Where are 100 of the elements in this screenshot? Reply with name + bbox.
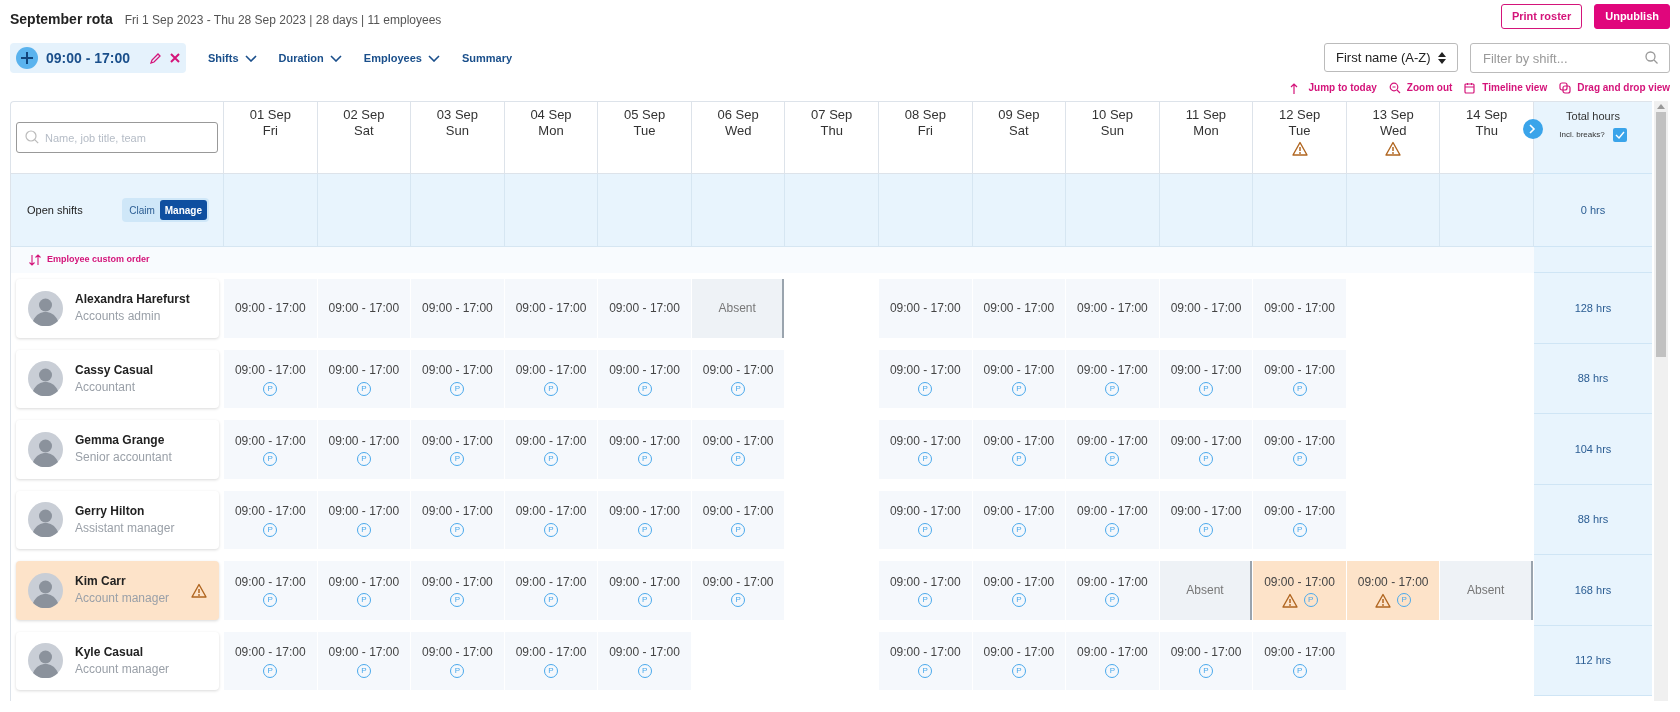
checkbox[interactable] — [1612, 127, 1627, 142]
shift-cell[interactable]: 09:00 - 17:00 P — [1159, 490, 1253, 549]
filter-field[interactable]: Filter by shift... — [1470, 43, 1670, 73]
shift-cell[interactable]: 09:00 - 17:00 P — [879, 490, 972, 549]
shift-cell[interactable]: 09:00 - 17:00 P — [1066, 420, 1159, 479]
toolbar-link[interactable]: Timeline view — [1464, 80, 1548, 95]
open-shift-cell[interactable] — [972, 174, 1067, 247]
shift-cell[interactable]: 09:00 - 17:00 P — [1346, 561, 1440, 620]
shift-cell[interactable]: 09:00 - 17:00 P — [1159, 631, 1253, 690]
scroll-up-icon[interactable] — [1657, 103, 1665, 109]
open-shift-cell[interactable] — [317, 174, 412, 247]
shift-cell[interactable]: 09:00 - 17:00 P — [598, 490, 691, 549]
shift-cell[interactable]: 09:00 - 17:00 P — [598, 420, 691, 479]
open-shift-cell[interactable] — [504, 174, 599, 247]
open-shift-cell[interactable] — [691, 174, 786, 247]
menu-button[interactable]: Employees — [363, 49, 440, 67]
absence-cell[interactable]: Absent — [691, 279, 785, 338]
employee-card[interactable]: Gerry Hilton Assistant manager — [16, 490, 219, 549]
shift-cell[interactable]: 09:00 - 17:00 P — [224, 490, 317, 549]
shift-cell[interactable]: 09:00 - 17:00 P — [504, 349, 598, 408]
shift-cell[interactable]: 09:00 - 17:00 P — [411, 490, 504, 549]
toolbar-link[interactable]: Drag and drop view — [1559, 80, 1670, 95]
shift-cell[interactable]: 09:00 - 17:00 P — [317, 561, 411, 620]
shift-cell[interactable]: 09:00 - 17:00 P — [879, 349, 972, 408]
shift-cell[interactable]: 09:00 - 17:00 P — [1159, 420, 1253, 479]
open-shift-cell[interactable] — [1253, 174, 1347, 247]
shift-cell[interactable]: 09:00 - 17:00 P — [1253, 561, 1346, 620]
shift-cell[interactable]: 09:00 - 17:00 P — [1253, 420, 1346, 479]
shift-cell[interactable]: 09:00 - 17:00 P — [1066, 561, 1159, 620]
print-button[interactable]: Print roster — [1500, 4, 1583, 29]
open-shift-cell[interactable] — [224, 174, 318, 247]
shift-cell[interactable]: 09:00 - 17:00 P — [504, 631, 598, 690]
shift-chip[interactable]: 09:00 - 17:00 — [10, 43, 186, 73]
shift-cell[interactable]: 09:00 - 17:00 P — [317, 490, 411, 549]
shift-cell[interactable]: 09:00 - 17:00 P — [691, 349, 785, 408]
open-shift-cell[interactable] — [411, 174, 505, 247]
shift-cell[interactable]: 09:00 - 17:00 P — [411, 349, 504, 408]
shift-cell[interactable]: 09:00 - 17:00 — [411, 279, 504, 338]
open-shift-cell[interactable] — [1346, 174, 1441, 247]
pencil-icon[interactable] — [149, 51, 162, 65]
shift-cell[interactable]: 09:00 - 17:00 P — [411, 561, 504, 620]
open-shift-cell[interactable] — [598, 174, 692, 247]
close-icon[interactable] — [170, 53, 180, 63]
employee-card[interactable]: Kim Carr Account manager — [16, 561, 219, 620]
shift-cell[interactable]: 09:00 - 17:00 — [317, 279, 411, 338]
shift-cell[interactable]: 09:00 - 17:00 P — [1066, 631, 1159, 690]
shift-cell[interactable]: 09:00 - 17:00 P — [1066, 490, 1159, 549]
plus-icon[interactable] — [16, 47, 38, 69]
toolbar-link[interactable]: Zoom out — [1388, 80, 1453, 95]
shift-cell[interactable]: 09:00 - 17:00 P — [972, 490, 1066, 549]
employee-card[interactable]: Kyle Casual Account manager — [16, 631, 219, 690]
open-shift-cell[interactable] — [1159, 174, 1254, 247]
shift-cell[interactable]: 09:00 - 17:00 — [1159, 279, 1253, 338]
shift-cell[interactable]: 09:00 - 17:00 P — [411, 631, 504, 690]
shift-cell[interactable]: 09:00 - 17:00 P — [598, 631, 691, 690]
search-field[interactable]: Name, job title, team — [16, 122, 218, 153]
menu-button[interactable]: Duration — [278, 49, 342, 67]
shift-cell[interactable]: 09:00 - 17:00 — [598, 279, 691, 338]
shift-cell[interactable]: 09:00 - 17:00 — [972, 279, 1066, 338]
menu-button[interactable]: Shifts — [208, 49, 257, 67]
shift-cell[interactable]: 09:00 - 17:00 P — [317, 420, 411, 479]
open-shift-cell[interactable] — [1066, 174, 1160, 247]
shift-cell[interactable]: 09:00 - 17:00 P — [504, 420, 598, 479]
absence-cell[interactable]: Absent — [1159, 561, 1253, 620]
menu-button[interactable]: Summary — [461, 49, 513, 67]
next-button[interactable] — [1523, 119, 1543, 139]
shift-cell[interactable]: 09:00 - 17:00 P — [224, 631, 317, 690]
shift-cell[interactable]: 09:00 - 17:00 P — [504, 490, 598, 549]
employee-card[interactable]: Cassy Casual Accountant — [16, 349, 219, 408]
open-shift-cell[interactable] — [1440, 174, 1534, 247]
shift-cell[interactable]: 09:00 - 17:00 — [879, 279, 972, 338]
shift-cell[interactable]: 09:00 - 17:00 — [224, 279, 317, 338]
shift-cell[interactable]: 09:00 - 17:00 P — [1253, 490, 1346, 549]
shift-cell[interactable]: 09:00 - 17:00 P — [224, 349, 317, 408]
shift-cell[interactable]: 09:00 - 17:00 P — [1159, 349, 1253, 408]
mode-toggle[interactable]: Claim Manage — [122, 198, 209, 222]
shift-cell[interactable]: 09:00 - 17:00 P — [691, 490, 785, 549]
shift-cell[interactable]: 09:00 - 17:00 P — [691, 420, 785, 479]
unpublish-button[interactable]: Unpublish — [1594, 4, 1670, 29]
mode-tab[interactable]: Claim — [124, 200, 160, 220]
shift-cell[interactable]: 09:00 - 17:00 P — [224, 561, 317, 620]
shift-cell[interactable]: 09:00 - 17:00 P — [1253, 349, 1346, 408]
shift-cell[interactable]: 09:00 - 17:00 P — [1066, 349, 1159, 408]
shift-cell[interactable]: 09:00 - 17:00 P — [879, 631, 972, 690]
shift-cell[interactable]: 09:00 - 17:00 — [504, 279, 598, 338]
shift-cell[interactable]: 09:00 - 17:00 P — [598, 349, 691, 408]
shift-cell[interactable]: 09:00 - 17:00 P — [972, 631, 1066, 690]
shift-cell[interactable]: 09:00 - 17:00 P — [317, 349, 411, 408]
shift-cell[interactable]: 09:00 - 17:00 P — [879, 420, 972, 479]
employee-card[interactable]: Gemma Grange Senior accountant — [16, 420, 219, 479]
shift-cell[interactable]: 09:00 - 17:00 P — [317, 631, 411, 690]
shift-cell[interactable]: 09:00 - 17:00 P — [972, 420, 1066, 479]
shift-cell[interactable]: 09:00 - 17:00 P — [972, 349, 1066, 408]
shift-cell[interactable]: 09:00 - 17:00 P — [598, 561, 691, 620]
employee-card[interactable]: Alexandra Harefurst Accounts admin — [16, 279, 219, 338]
shift-cell[interactable]: 09:00 - 17:00 P — [972, 561, 1066, 620]
shift-cell[interactable]: 09:00 - 17:00 P — [1253, 631, 1346, 690]
absence-cell[interactable]: Absent — [1440, 561, 1533, 620]
toolbar-link[interactable]: Jump to today — [1290, 80, 1377, 95]
mode-tab[interactable]: Manage — [159, 200, 207, 220]
